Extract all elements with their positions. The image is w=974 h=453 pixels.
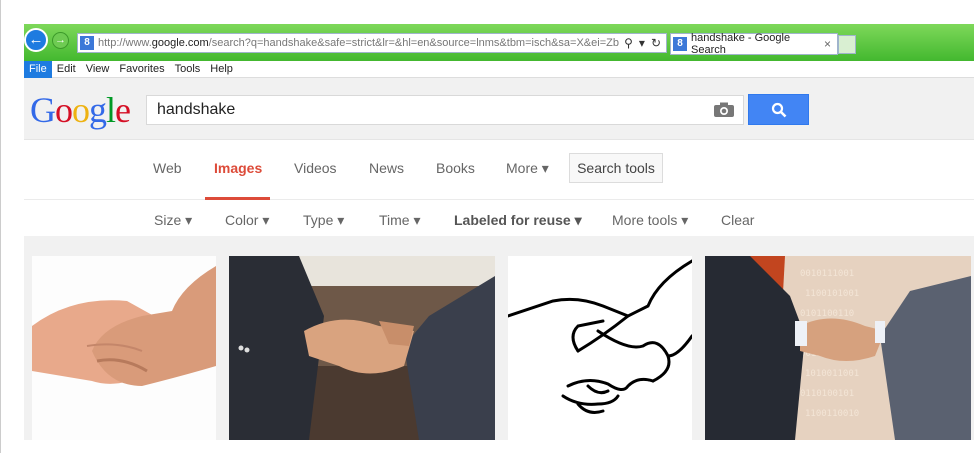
svg-text:1100101001: 1100101001 [805,289,859,299]
search-query[interactable]: handshake [147,101,713,119]
filter-bar: Size ▾ Color ▾ Type ▾ Time ▾ Labeled for… [24,200,974,236]
google-logo[interactable]: Google [30,89,131,131]
tab-books[interactable]: Books [436,160,475,176]
filter-more-tools[interactable]: More tools ▾ [612,212,688,229]
page-footer-strip [24,440,974,453]
search-icon [771,102,786,117]
image-result-3[interactable] [508,256,692,440]
image-results: 00101110011100101001 0101100110110100101… [24,236,974,453]
image-result-2[interactable] [229,256,495,440]
svg-text:1100110010: 1100110010 [805,409,859,419]
tab-web[interactable]: Web [153,160,182,176]
menu-help[interactable]: Help [205,63,238,75]
tab-images[interactable]: Images [214,160,262,176]
image-result-4[interactable]: 00101110011100101001 0101100110110100101… [705,256,971,440]
search-button[interactable] [748,94,809,125]
handshake-drawing-3 [508,256,692,440]
window-edge [0,0,4,453]
forward-icon[interactable]: → [52,32,69,49]
menu-file[interactable]: File [24,60,52,78]
handshake-photo-1 [32,256,216,440]
filter-size[interactable]: Size ▾ [154,212,192,229]
address-bar[interactable]: 8 http://www.google.com/search?q=handsha… [77,33,667,53]
svg-text:0101100110: 0101100110 [800,309,854,319]
tab-favicon-icon: 8 [673,37,687,51]
menu-tools[interactable]: Tools [170,63,206,75]
search-nav: Web Images Videos News Books More ▾ Sear… [24,140,974,200]
favicon-icon: 8 [80,36,94,50]
search-icon[interactable]: ⚲ [624,36,633,50]
tab-close-icon[interactable]: × [824,37,831,51]
back-icon[interactable]: ← [24,28,48,52]
browser-tab[interactable]: 8 handshake - Google Search × [670,32,838,56]
tab-videos[interactable]: Videos [294,160,337,176]
tab-title: handshake - Google Search [691,32,791,56]
handshake-photo-4: 00101110011100101001 0101100110110100101… [705,256,971,440]
dropdown-icon[interactable]: ▾ [639,36,645,50]
search-tools-button[interactable]: Search tools [569,153,663,183]
filter-time[interactable]: Time ▾ [379,212,421,229]
svg-text:0110100101: 0110100101 [800,389,854,399]
filter-clear[interactable]: Clear [721,212,754,228]
svg-text:0010111001: 0010111001 [800,269,854,279]
image-result-1[interactable] [32,256,216,440]
filter-color[interactable]: Color ▾ [225,212,269,229]
search-input[interactable]: handshake [146,95,744,125]
refresh-icon[interactable]: ↻ [651,36,661,50]
tab-more[interactable]: More ▾ [506,160,549,177]
tab-news[interactable]: News [369,160,404,176]
menu-favorites[interactable]: Favorites [114,63,169,75]
filter-labeled-for-reuse[interactable]: Labeled for reuse ▾ [454,212,582,229]
menu-edit[interactable]: Edit [52,63,81,75]
handshake-photo-2 [229,256,495,440]
filter-type[interactable]: Type ▾ [303,212,344,229]
new-tab-button[interactable] [838,35,856,54]
address-tools: ⚲ ▾ ↻ [619,36,666,50]
menu-view[interactable]: View [81,63,115,75]
google-header: Google handshake [24,78,974,140]
camera-icon[interactable] [713,102,735,118]
svg-text:1010011001: 1010011001 [805,369,859,379]
menu-bar: File Edit View Favorites Tools Help [24,60,974,78]
address-url[interactable]: http://www.google.com/search?q=handshake… [98,37,619,49]
